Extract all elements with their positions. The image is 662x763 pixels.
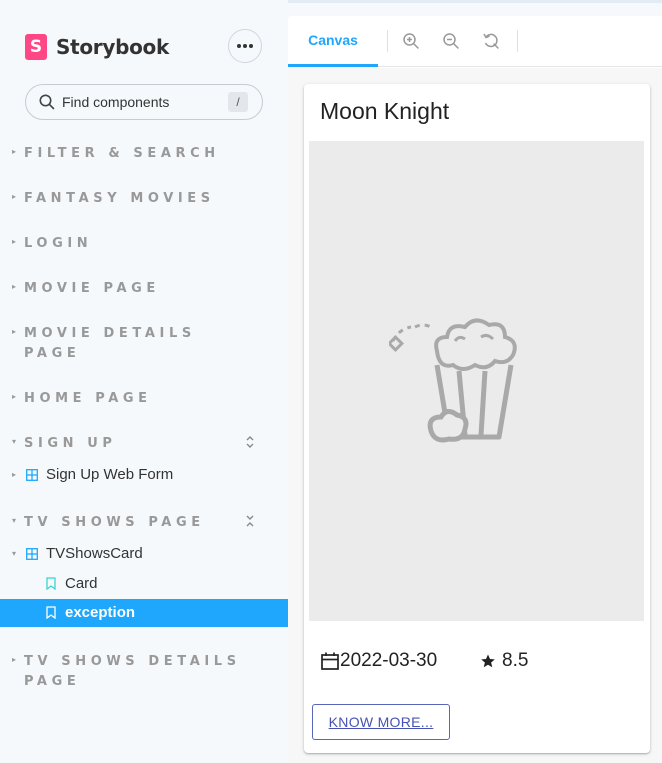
search-placeholder: Find components: [62, 94, 170, 110]
sidebar-group-movie-page[interactable]: ▸ MOVIE PAGE: [12, 279, 160, 299]
bookmark-icon: [46, 606, 56, 619]
chevron-down-icon: ▾: [12, 549, 17, 558]
sidebar-item-label: Card: [65, 575, 98, 592]
bookmark-icon: [46, 577, 56, 590]
search-shortcut-key: /: [228, 92, 248, 112]
chevron-down-icon: ▾: [12, 437, 17, 446]
sidebar-group-filter-search[interactable]: ▸ FILTER & SEARCH: [12, 144, 220, 164]
sidebar-group-fantasy-movies[interactable]: ▸ FANTASY MOVIES: [12, 189, 215, 209]
ellipsis-icon: [237, 44, 253, 48]
sidebar-item-label: Sign Up Web Form: [46, 466, 174, 483]
sidebar-story-exception[interactable]: exception: [46, 604, 135, 621]
component-icon: [26, 468, 38, 481]
chevron-right-icon: ▸: [12, 655, 17, 664]
chevron-right-icon: ▸: [12, 392, 17, 401]
group-label-line2: PAGE: [24, 674, 81, 689]
group-label: SIGN UP: [24, 436, 117, 451]
zoom-in-icon[interactable]: [402, 32, 420, 50]
group-label: HOME PAGE: [24, 391, 152, 406]
popcorn-icon: [389, 318, 517, 443]
group-label: FILTER & SEARCH: [24, 146, 220, 161]
search-input[interactable]: Find components /: [25, 84, 263, 120]
chevron-right-icon: ▸: [12, 282, 17, 291]
sidebar-item-label: exception: [65, 604, 136, 621]
sidebar-item-sign-up-web-form[interactable]: ▸ Sign Up Web Form: [12, 466, 173, 483]
group-label: TV SHOWS PAGE: [24, 515, 205, 530]
rating-value: 8.5: [502, 650, 529, 671]
sidebar-story-exception-selected[interactable]: [0, 599, 288, 627]
component-icon: [26, 547, 38, 560]
group-label: LOGIN: [24, 236, 93, 251]
zoom-out-icon[interactable]: [442, 32, 460, 50]
sidebar-item-tvshowscard[interactable]: ▾ TVShowsCard: [12, 545, 143, 562]
toolbar-divider: [387, 30, 388, 52]
sidebar-group-home-page[interactable]: ▸ HOME PAGE: [12, 389, 152, 409]
search-icon: [39, 94, 55, 110]
storybook-logo-icon: S: [25, 34, 47, 60]
chevron-right-icon: ▸: [12, 192, 17, 201]
group-label: MOVIE PAGE: [24, 281, 160, 296]
release-date-value: 2022-03-30: [340, 650, 438, 671]
release-date: 2022-03-30: [320, 650, 437, 672]
tv-show-card: Moon Knight 2022-03-30 8.5 KNOW MORE...: [304, 84, 650, 753]
brand-name: Storybook: [56, 35, 170, 59]
brand[interactable]: S Storybook: [25, 34, 169, 60]
group-label: FANTASY MOVIES: [24, 191, 215, 206]
card-title: Moon Knight: [320, 98, 450, 124]
calendar-icon: [321, 652, 339, 670]
canvas-preview: Moon Knight 2022-03-30 8.5 KNOW MORE...: [288, 68, 662, 763]
sidebar-group-tv-shows-page[interactable]: ▾ TV SHOWS PAGE: [12, 513, 205, 533]
sidebar-menu-button[interactable]: [228, 29, 262, 63]
sidebar-item-label: TVShowsCard: [46, 545, 143, 562]
expand-all-icon[interactable]: [244, 435, 256, 449]
chevron-right-icon: ▸: [12, 237, 17, 246]
main-panel: Canvas Moon Knight 2022-03-30 8.5 KNOW M…: [288, 16, 662, 763]
tab-canvas[interactable]: Canvas: [288, 16, 378, 67]
reset-zoom-icon[interactable]: [482, 32, 500, 50]
group-label-line2: PAGE: [24, 346, 81, 361]
chevron-down-icon: ▾: [12, 516, 17, 525]
sidebar-group-login[interactable]: ▸ LOGIN: [12, 234, 92, 254]
group-label: TV SHOWS DETAILS: [24, 654, 241, 669]
collapse-all-icon[interactable]: [244, 514, 256, 528]
chevron-right-icon: ▸: [12, 470, 17, 479]
chevron-right-icon: ▸: [12, 147, 17, 156]
star-icon: [481, 654, 495, 668]
toolbar-divider: [517, 30, 518, 52]
toolbar: Canvas: [288, 16, 662, 67]
sidebar-group-tv-shows-details-page[interactable]: ▸ TV SHOWS DETAILS PAGE: [12, 652, 241, 692]
chevron-right-icon: ▸: [12, 327, 17, 336]
sidebar-story-card[interactable]: Card: [46, 575, 98, 592]
card-image-placeholder: [309, 141, 644, 621]
sidebar-group-sign-up[interactable]: ▾ SIGN UP: [12, 434, 117, 454]
sidebar: S Storybook Find components / ▸ FILTER &…: [0, 0, 288, 763]
know-more-button[interactable]: KNOW MORE...: [312, 704, 450, 740]
group-label: MOVIE DETAILS: [24, 326, 196, 341]
rating: 8.5: [480, 650, 528, 672]
sidebar-group-movie-details-page[interactable]: ▸ MOVIE DETAILS PAGE: [12, 324, 196, 364]
